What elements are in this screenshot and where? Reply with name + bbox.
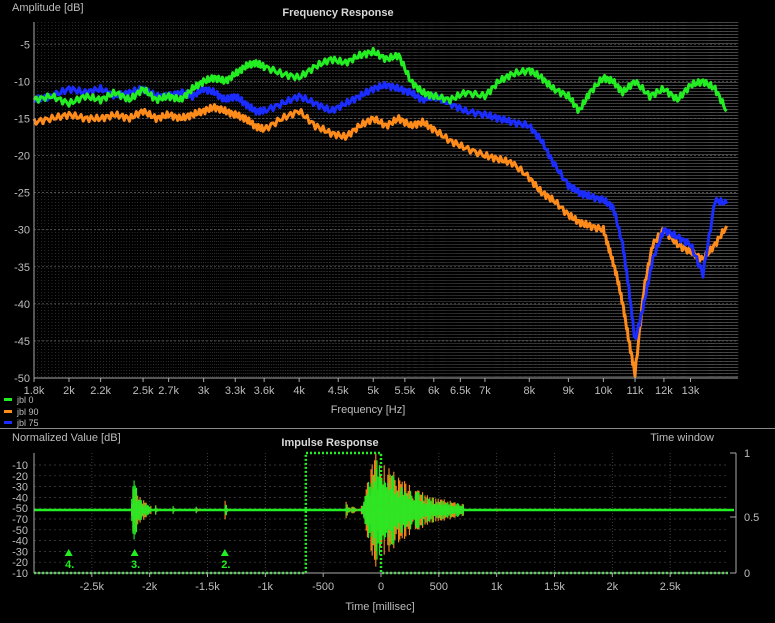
impulse-xtick-label: 0 xyxy=(378,581,384,593)
marker-triangle xyxy=(220,549,229,556)
freq-xtick-label: 6.5k xyxy=(450,385,471,397)
impulse-ylabel: Normalized Value [dB] xyxy=(12,432,121,444)
freq-ytick-label: -10 xyxy=(14,76,30,88)
legend-label-jbl0: jbl 0 xyxy=(16,395,34,405)
frequency-xlabel: Frequency [Hz] xyxy=(331,404,406,416)
frequency-title: Frequency Response xyxy=(282,7,393,19)
legend-swatch-jbl0 xyxy=(4,398,12,401)
marker-triangle xyxy=(130,549,139,556)
freq-ytick-label: -5 xyxy=(20,39,30,51)
freq-ytick-label: -35 xyxy=(14,262,30,274)
freq-xtick-label: 5.5k xyxy=(394,385,415,397)
freq-xtick-label: 9k xyxy=(563,385,575,397)
impulse-xtick-label: 1k xyxy=(491,581,503,593)
freq-xtick-label: 3.3k xyxy=(225,385,246,397)
impulse-xtick-label: 2.5k xyxy=(660,581,681,593)
impulse-xtick-label: -2.5k xyxy=(80,581,105,593)
impulse-xtick-label: -500 xyxy=(312,581,334,593)
impulse-xlabel: Time [millisec] xyxy=(345,601,414,613)
marker-label: 3. xyxy=(131,559,140,571)
freq-xtick-label: 2.7k xyxy=(158,385,179,397)
freq-xtick-label: 4.5k xyxy=(328,385,349,397)
impulse-burst xyxy=(360,460,464,560)
freq-xtick-label: 8k xyxy=(523,385,535,397)
freq-ytick-label: -45 xyxy=(14,336,30,348)
freq-xtick-label: 11k xyxy=(627,385,644,397)
freq-xtick-label: 3.6k xyxy=(254,385,275,397)
impulse-xtick-label: -1.5k xyxy=(195,581,220,593)
freq-ytick-label: -25 xyxy=(14,188,30,200)
frequency-ylabel: Amplitude [dB] xyxy=(12,2,84,14)
impulse-series: 4. 3. 2. xyxy=(34,451,734,575)
impulse-xtick-label: -2k xyxy=(142,581,158,593)
freq-xtick-label: 2.2k xyxy=(90,385,111,397)
freq-xtick-label: 2.5k xyxy=(133,385,154,397)
freq-xtick-label: 3k xyxy=(198,385,210,397)
freq-xtick-label: 4k xyxy=(293,385,305,397)
freq-xtick-label: 12k xyxy=(655,385,673,397)
freq-xtick-label: 10k xyxy=(594,385,612,397)
legend-swatch-jbl90 xyxy=(4,410,12,413)
legend-label-jbl90: jbl 90 xyxy=(16,407,39,417)
freq-xtick-label: 5k xyxy=(367,385,379,397)
freq-ytick-label: -40 xyxy=(14,299,30,311)
chart-canvas: -5-10-15-20-25-30-35-40-45-501.8k 2k 2.2k 2… xyxy=(0,2,775,613)
impulse-right-tick-label: 1 xyxy=(744,448,750,460)
freq-ytick-label: -20 xyxy=(14,151,30,163)
impulse-xtick-label: -1k xyxy=(258,581,274,593)
impulse-ytick-label: -10 xyxy=(12,568,28,580)
marker-triangle xyxy=(64,549,73,556)
freq-xtick-label: 2k xyxy=(63,385,75,397)
freq-xtick-label: 7k xyxy=(479,385,491,397)
freq-ytick-label: -30 xyxy=(14,225,30,237)
impulse-right-tick-label: 0.5 xyxy=(744,512,759,524)
marker-label: 4. xyxy=(65,559,74,571)
impulse-xtick-label: 500 xyxy=(430,581,448,593)
impulse-xtick-label: 1.5k xyxy=(544,581,565,593)
impulse-title: Impulse Response xyxy=(281,437,378,449)
freq-ytick-label: -15 xyxy=(14,113,30,125)
freq-xtick-label: 6k xyxy=(428,385,440,397)
impulse-right-tick-label: 0 xyxy=(744,568,750,580)
freq-ytick-label: -50 xyxy=(14,373,30,385)
legend: jbl 0 jbl 90 jbl 75 xyxy=(4,395,39,428)
freq-xtick-label: 13k xyxy=(682,385,700,397)
legend-swatch-jbl75 xyxy=(4,421,12,424)
impulse-xtick-label: 2k xyxy=(607,581,619,593)
legend-label-jbl75: jbl 75 xyxy=(16,418,39,428)
time-window-label: Time window xyxy=(650,432,714,444)
marker-label: 2. xyxy=(221,559,230,571)
